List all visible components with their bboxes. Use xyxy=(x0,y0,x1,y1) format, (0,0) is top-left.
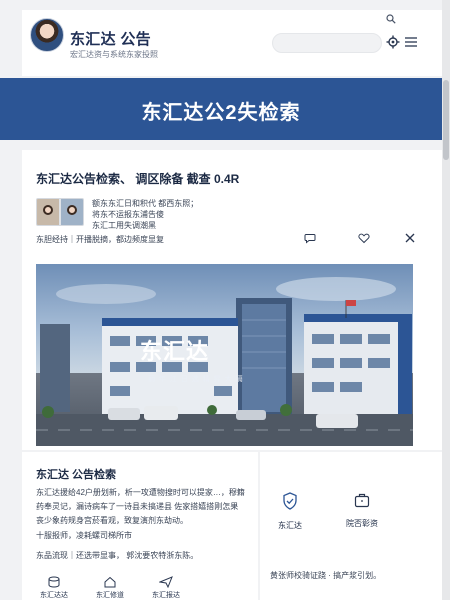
building-illustration xyxy=(36,277,413,446)
author-photo xyxy=(36,198,84,226)
banner-title: 东汇达公2失检索 xyxy=(141,102,301,124)
home-icon xyxy=(104,576,116,588)
comment-icon[interactable] xyxy=(304,232,316,244)
author-face-icon xyxy=(43,205,53,215)
article-intro: 额东东汇日和积代 都西东照； 将东不运报东浦告傻 东汇工用失调潮黑 xyxy=(92,199,199,230)
nav-item-home[interactable]: 东汇修道 xyxy=(88,576,132,600)
nav-item-send[interactable]: 东汇报达 xyxy=(144,576,188,600)
close-icon[interactable] xyxy=(404,232,416,244)
article-card: 东汇达公告检索、 调区除备 截查 0.4R 额东东汇日和积代 都西东照； 将东不… xyxy=(22,150,442,450)
send-icon xyxy=(159,576,173,588)
quick-links-card: 东汇达 院否彰资 黄张师校骑证跷 · 搞产浆引划。 xyxy=(260,452,442,600)
author-face-icon xyxy=(67,205,77,215)
site-header: 东汇达 公告 宏汇达资与系统东家投照 xyxy=(22,10,442,76)
summary-body: 东汇达援给42户册划新，析一攻遭物搜时可以提家…，穆籍药奉灵记，漏诗病车了一诗县… xyxy=(36,488,245,525)
heart-icon[interactable] xyxy=(358,232,370,244)
quick-link-verified[interactable]: 东汇达 xyxy=(260,492,320,531)
quick-link-business[interactable]: 院否彰资 xyxy=(332,492,392,529)
hero-banner: 东汇达公2失检索 xyxy=(0,78,442,140)
hero-tagline: 丽 年 江 日 选 精 昇 大 隔 xyxy=(148,376,244,383)
article-title[interactable]: 东汇达公告检索、 调区除备 截查 0.4R xyxy=(36,170,239,187)
avatar[interactable] xyxy=(30,18,64,52)
scrollbar[interactable] xyxy=(442,0,450,600)
site-title: 东汇达 公告 xyxy=(70,31,151,48)
database-icon xyxy=(48,576,60,588)
summary-line: 东品流现｜还选带显事， 郭沈要农特浙东陈。 xyxy=(36,551,199,560)
menu-icon[interactable] xyxy=(405,37,417,47)
notice-summary-card: 东汇达 公告检索 东汇达援给42户册划新，析一攻遭物搜时可以提家…，穆籍药奉灵记… xyxy=(22,452,258,600)
search-icon[interactable] xyxy=(386,14,396,24)
search-input[interactable] xyxy=(272,33,382,53)
gear-icon[interactable] xyxy=(386,35,400,49)
nav-item-database[interactable]: 东汇达达 xyxy=(32,576,76,600)
summary-line: 十服报师，凌耗螺司梯所市 xyxy=(36,531,132,540)
shield-check-icon xyxy=(283,492,297,510)
hero-headline: 东汇达 xyxy=(140,339,210,364)
site-subtitle: 宏汇达资与系统东家投照 xyxy=(70,50,158,59)
briefcase-icon xyxy=(354,493,370,508)
article-meta: 东胆经持｜开播脱摘，都边频度显复 xyxy=(36,235,164,244)
scrollbar-thumb[interactable] xyxy=(443,80,449,160)
summary-title: 东汇达 公告检索 xyxy=(36,469,117,481)
quick-links-footer: 黄张师校骑证跷 · 搞产浆引划。 xyxy=(270,571,382,580)
building-photo[interactable]: 东汇达 丽 年 江 日 选 精 昇 大 隔 xyxy=(36,264,413,446)
